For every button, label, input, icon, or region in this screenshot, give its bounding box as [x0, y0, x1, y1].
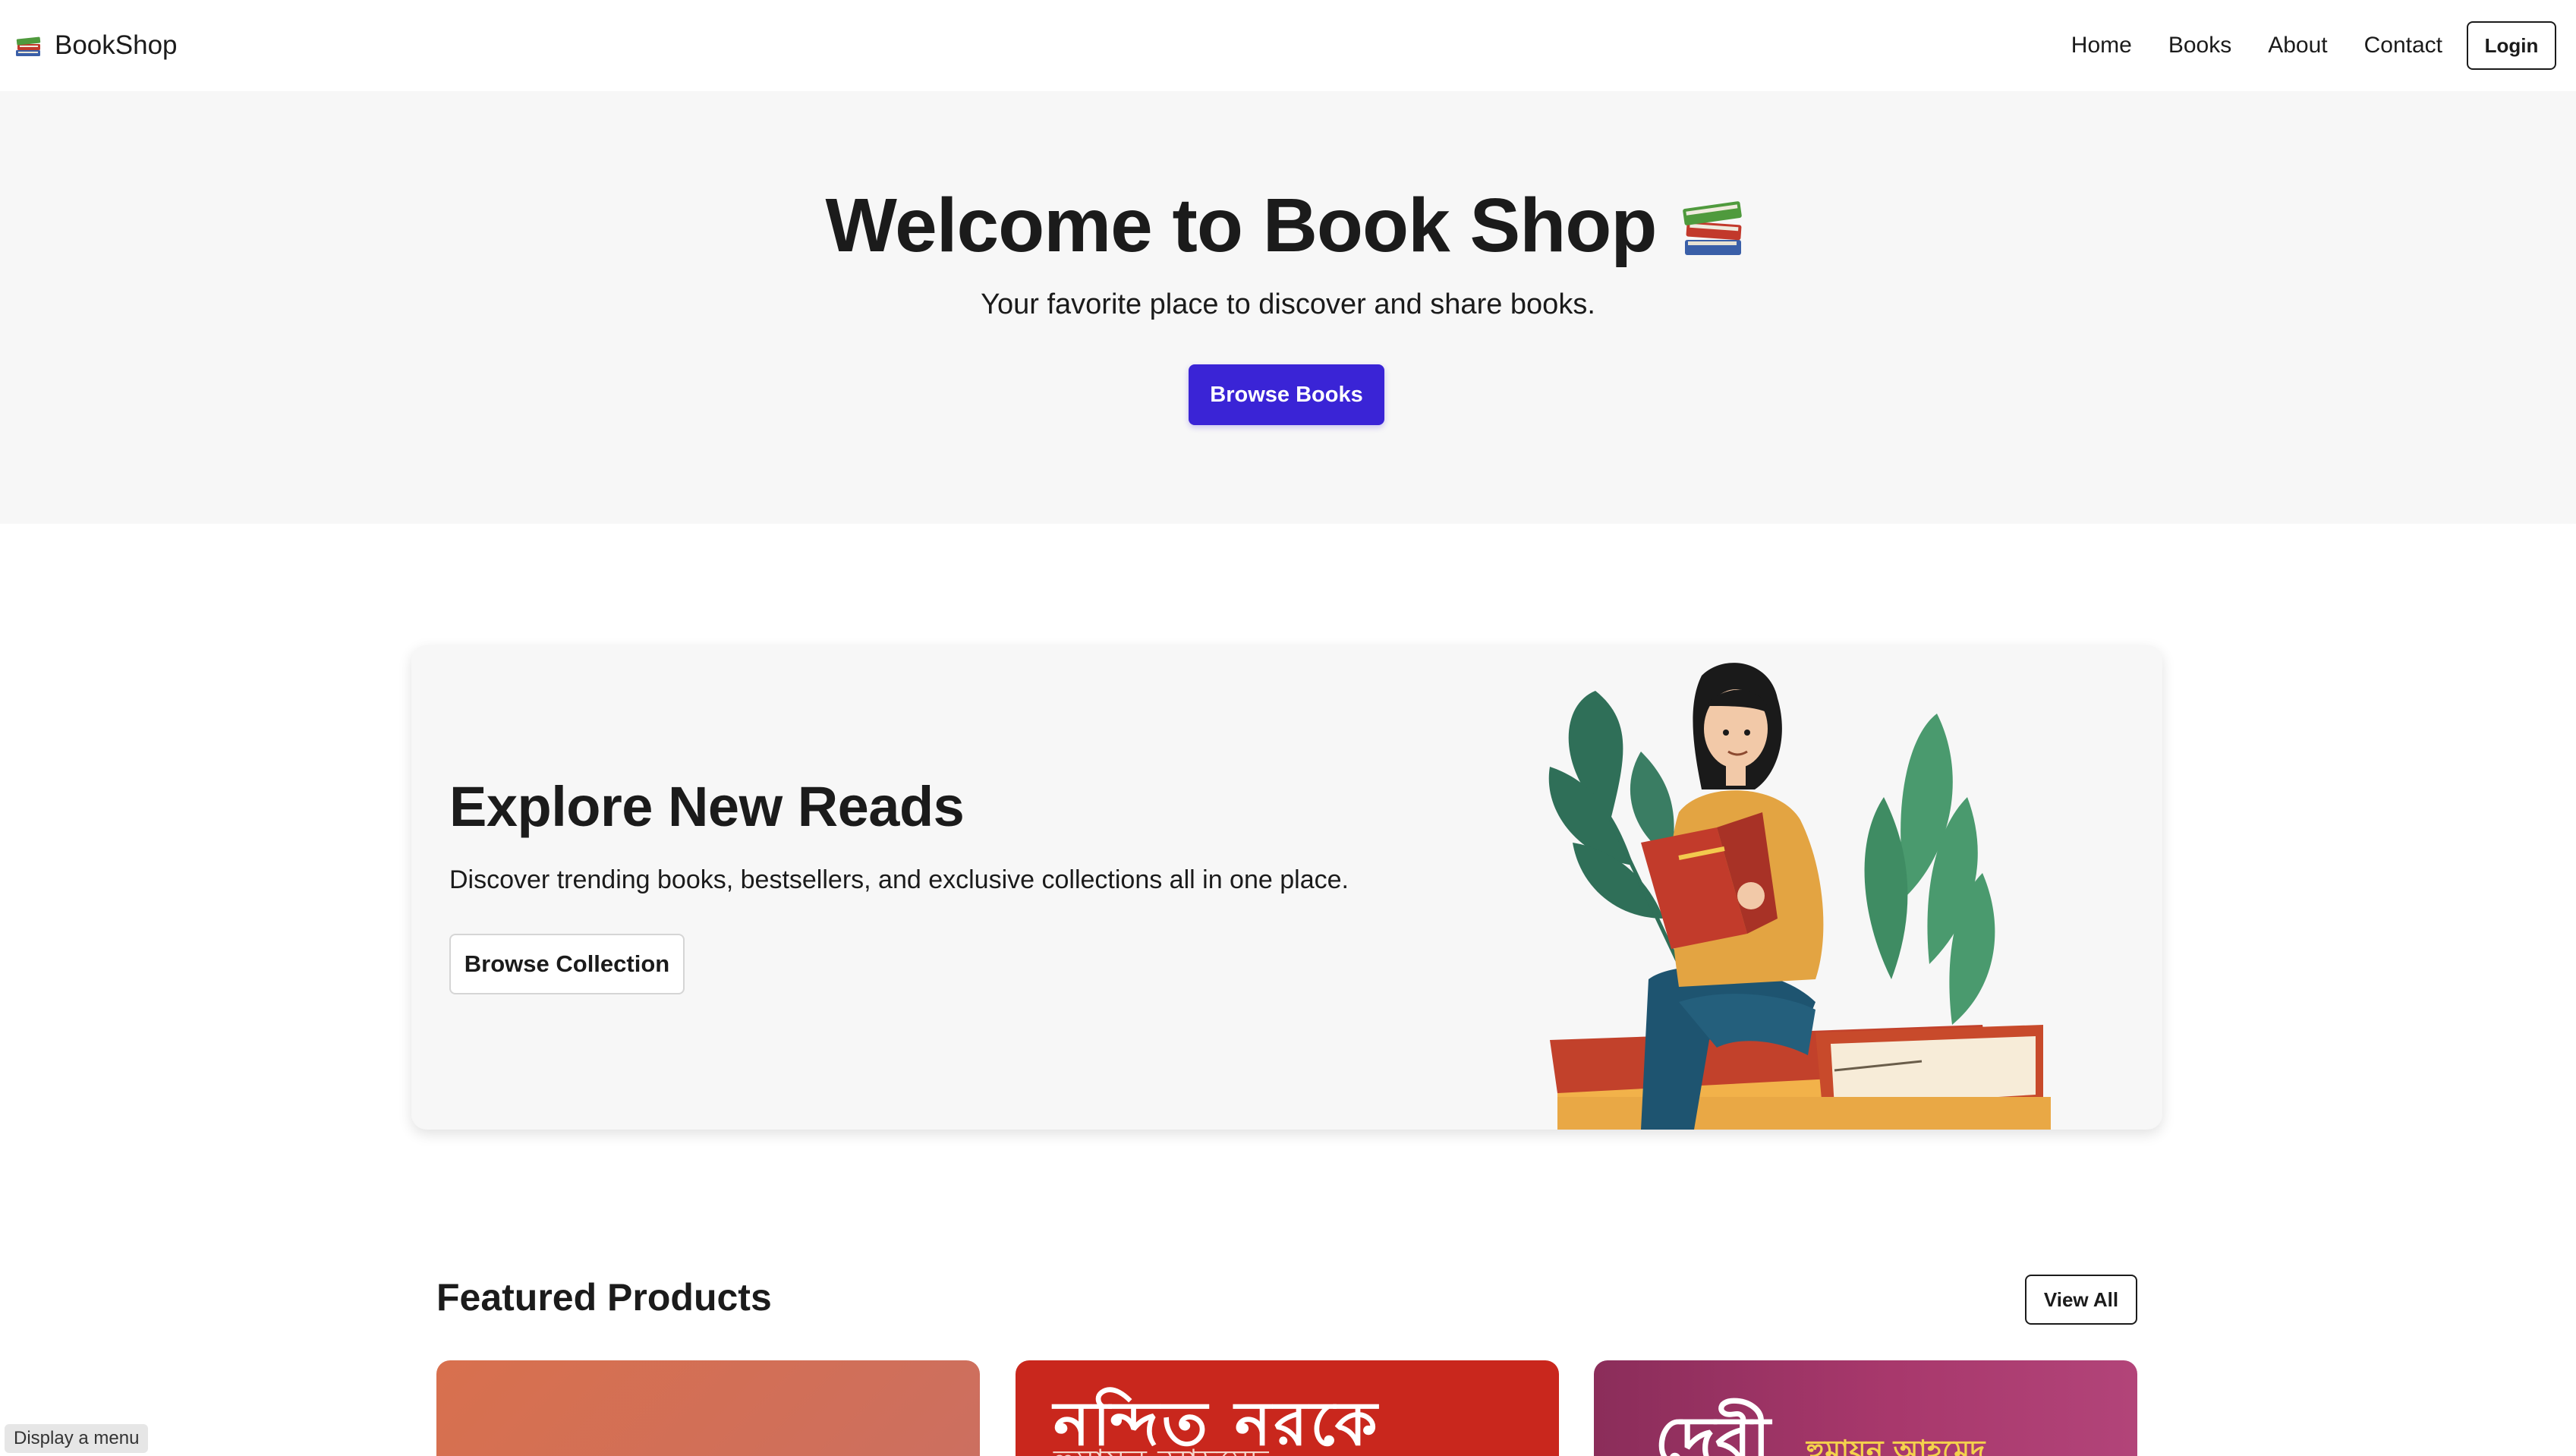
product-cover-title: দেবী — [1655, 1402, 1771, 1456]
navbar: BookShop Home Books About Contact Login — [0, 0, 2576, 91]
featured-products-title: Featured Products — [436, 1276, 772, 1319]
view-all-button[interactable]: View All — [2025, 1275, 2137, 1325]
promo-text: Discover trending books, bestsellers, an… — [449, 865, 1349, 894]
main-nav: Home Books About Contact Login — [2071, 21, 2556, 70]
nav-books-link[interactable]: Books — [2168, 33, 2231, 58]
nav-contact-link[interactable]: Contact — [2364, 33, 2442, 58]
login-button[interactable]: Login — [2467, 21, 2556, 70]
hero-title: Welcome to Book Shop — [0, 182, 2576, 269]
books-icon — [1683, 200, 1743, 255]
browse-books-button[interactable]: Browse Books — [1189, 364, 1384, 425]
brand-logo-link[interactable]: BookShop — [14, 30, 178, 61]
browse-collection-button[interactable]: Browse Collection — [449, 934, 685, 994]
nav-home-link[interactable]: Home — [2071, 33, 2132, 58]
nav-about-link[interactable]: About — [2268, 33, 2327, 58]
product-cover-author: হুমায়ূন আহমেদ — [1806, 1433, 1986, 1456]
hero-section: Welcome to Book Shop Your favorite place… — [0, 91, 2576, 524]
product-cover-author: হুমায়ূন আহমেদ — [1053, 1436, 1268, 1456]
product-card[interactable]: নন্দিত নরকে হুমায়ূন আহমেদ — [1016, 1360, 1559, 1456]
woman-reading-illustration — [1548, 663, 2051, 1130]
hero-title-text: Welcome to Book Shop — [825, 183, 1658, 268]
hero-subtitle: Your favorite place to discover and shar… — [981, 288, 1595, 320]
brand-name: BookShop — [55, 30, 178, 60]
promo-title: Explore New Reads — [449, 775, 965, 838]
display-menu-tooltip: Display a menu — [5, 1424, 149, 1453]
product-card[interactable]: দেবী হুমায়ূন আহমেদ — [1594, 1360, 2137, 1456]
product-card[interactable] — [436, 1360, 980, 1456]
books-icon — [16, 36, 41, 56]
promo-card: Explore New Reads Discover trending book… — [411, 645, 2162, 1130]
product-cover — [436, 1360, 980, 1456]
